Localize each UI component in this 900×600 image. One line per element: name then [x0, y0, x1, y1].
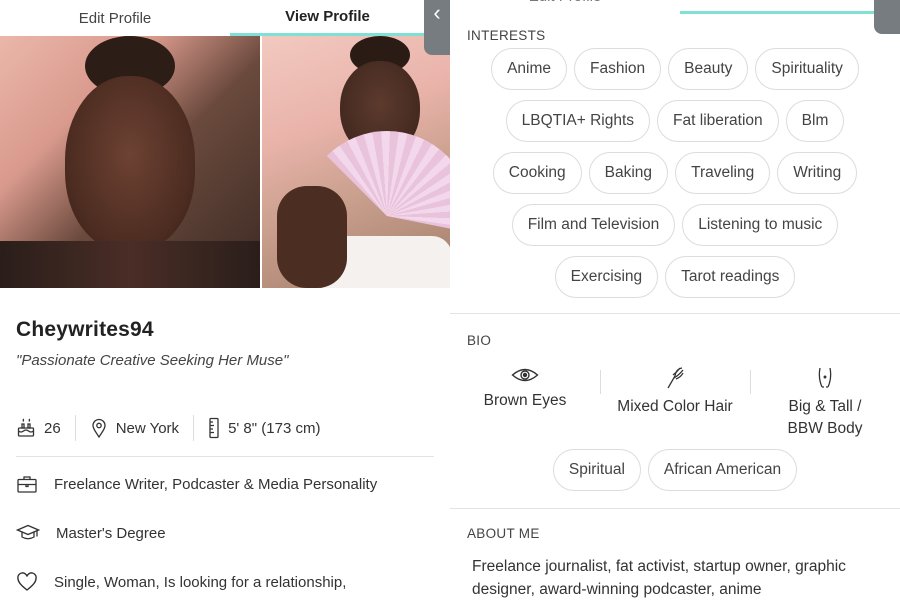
- interest-chip[interactable]: Anime: [491, 48, 567, 90]
- age-value: 26: [44, 419, 61, 437]
- interest-chip[interactable]: LBQTIA+ Rights: [505, 100, 651, 142]
- chevron-left-icon: ‹: [433, 0, 441, 25]
- cake-icon: [16, 418, 36, 438]
- height-value: 5' 8" (173 cm): [228, 419, 321, 437]
- trait-hair: Mixed Color Hair: [600, 366, 750, 440]
- relationship-text: Single, Woman, Is looking for a relation…: [54, 573, 347, 591]
- interests-label: INTERESTS: [467, 28, 546, 43]
- graduation-cap-icon: [16, 523, 40, 543]
- location-stat: New York: [90, 418, 179, 438]
- interests-chip-list: Anime Fashion Beauty Spirituality LBQTIA+ Ri…: [450, 48, 900, 298]
- interest-chip[interactable]: Blm: [785, 100, 845, 142]
- occupation-text: Freelance Writer, Podcaster & Media Pers…: [54, 475, 378, 493]
- trait-eyes-label: Brown Eyes: [483, 392, 567, 409]
- trait-body: Big & Tall / BBW Body: [750, 366, 900, 440]
- divider: [450, 313, 900, 314]
- profile-photo-2[interactable]: [261, 36, 450, 288]
- interest-chip[interactable]: Writing: [777, 152, 858, 194]
- interest-chip[interactable]: Exercising: [554, 256, 659, 298]
- about-me-label: ABOUT ME: [467, 526, 540, 541]
- trait-hair-label: Mixed Color Hair: [617, 398, 733, 415]
- profile-tagline: "Passionate Creative Seeking Her Muse": [16, 352, 289, 369]
- education-text: Master's Degree: [56, 524, 166, 542]
- profile-panel-left: Edit Profile View Profile Cheywrites94 "…: [0, 0, 450, 600]
- trait-body-label: Big & Tall / BBW Body: [787, 398, 863, 437]
- location-pin-icon: [90, 418, 108, 438]
- interest-chip[interactable]: Listening to music: [682, 204, 839, 246]
- profile-panel-right: Edit Profile View Profile INTERESTS Anim…: [450, 0, 900, 600]
- ruler-icon: [208, 417, 220, 439]
- profile-photo-1[interactable]: [0, 36, 260, 288]
- interest-chip[interactable]: Fat liberation: [657, 100, 779, 142]
- height-stat: 5' 8" (173 cm): [208, 417, 320, 439]
- back-button[interactable]: [874, 0, 900, 34]
- bio-tag-list: Spiritual African American: [450, 449, 900, 491]
- body-icon: [815, 366, 835, 390]
- eye-icon: [511, 366, 539, 384]
- age-stat: 26: [16, 418, 61, 438]
- profile-tabs: Edit Profile View Profile: [0, 0, 450, 36]
- education-row: Master's Degree: [16, 523, 166, 543]
- bio-traits: Brown Eyes Mixed Color Hair Big & Tall /…: [450, 366, 900, 440]
- trait-eyes: Brown Eyes: [450, 366, 600, 440]
- interest-chip[interactable]: Spirituality: [755, 48, 859, 90]
- interest-chip[interactable]: Fashion: [574, 48, 662, 90]
- tab-view-profile[interactable]: View Profile: [230, 0, 425, 36]
- interest-chip[interactable]: Tarot readings: [665, 256, 796, 298]
- interest-chip[interactable]: Baking: [588, 152, 669, 194]
- tab-edit-profile[interactable]: Edit Profile: [0, 0, 230, 36]
- photo-gallery: [0, 36, 450, 288]
- location-value: New York: [115, 419, 180, 437]
- interest-chip[interactable]: Cooking: [492, 152, 582, 194]
- bio-tag-chip[interactable]: Spiritual: [552, 449, 641, 491]
- divider: [450, 508, 900, 509]
- tab-edit-profile[interactable]: Edit Profile: [450, 0, 680, 14]
- interest-chip[interactable]: Beauty: [668, 48, 749, 90]
- profile-tabs: Edit Profile View Profile: [450, 0, 900, 14]
- tab-view-profile[interactable]: View Profile: [680, 0, 875, 14]
- profile-stats: 26 New York 5' 8" (173 cm): [16, 412, 320, 444]
- interest-chip[interactable]: Film and Television: [511, 204, 676, 246]
- interest-chip[interactable]: Traveling: [675, 152, 771, 194]
- heart-icon: [16, 572, 38, 592]
- relationship-row: Single, Woman, Is looking for a relation…: [16, 572, 346, 592]
- about-me-text: Freelance journalist, fat activist, star…: [472, 558, 846, 598]
- bio-label: BIO: [467, 333, 492, 348]
- hair-icon: [665, 366, 685, 390]
- briefcase-icon: [16, 474, 38, 494]
- occupation-row: Freelance Writer, Podcaster & Media Pers…: [16, 474, 377, 494]
- username: Cheywrites94: [16, 318, 154, 341]
- divider: [16, 456, 434, 457]
- back-button[interactable]: ‹: [424, 0, 450, 55]
- bio-tag-chip[interactable]: African American: [647, 449, 798, 491]
